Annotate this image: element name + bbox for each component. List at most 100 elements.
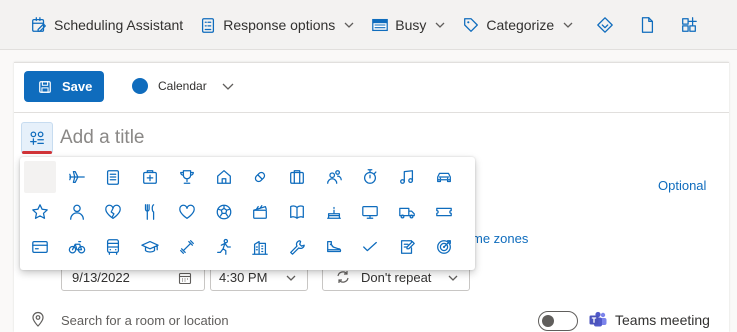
no-icon-option[interactable] (24, 161, 56, 193)
ticket-icon (435, 207, 452, 217)
categorize-label: Categorize (486, 16, 555, 33)
icon-option-monitor[interactable] (354, 196, 386, 228)
icon-option-heart[interactable] (171, 196, 203, 228)
busy-label: Busy (395, 16, 427, 33)
heart-icon (178, 204, 195, 219)
icon-option-cake[interactable] (318, 196, 350, 228)
building-icon (252, 240, 269, 255)
icon-option-airplane[interactable] (61, 161, 93, 193)
icon-option-credit-card[interactable] (24, 231, 56, 263)
repeat-icon (337, 271, 349, 283)
icon-option-broken-heart[interactable] (97, 196, 129, 228)
chevron-down-icon (344, 22, 354, 28)
teams-meeting-toggle[interactable] (538, 311, 578, 331)
insert-button[interactable] (632, 0, 662, 50)
icon-option-people[interactable] (318, 161, 350, 193)
scheduling-assistant-icon (32, 16, 46, 32)
calendar-label: Calendar (158, 79, 207, 93)
truck-icon (399, 207, 415, 219)
icon-option-clapperboard[interactable] (244, 196, 276, 228)
icon-option-bicycle[interactable] (61, 231, 93, 263)
icon-option-star[interactable] (24, 196, 56, 228)
optional-attendees-link[interactable]: Optional (658, 178, 706, 193)
start-date-value: 9/13/2022 (72, 269, 130, 285)
icon-option-graduation-cap[interactable] (134, 231, 166, 263)
icon-option-notepad[interactable] (391, 231, 423, 263)
header-divider (14, 112, 729, 113)
icon-option-car[interactable] (428, 161, 460, 193)
start-time-value: 4:30 PM (219, 269, 268, 285)
icon-option-home[interactable] (208, 161, 240, 193)
location-search-input[interactable] (61, 310, 361, 330)
icon-option-target[interactable] (428, 231, 460, 263)
target-icon (436, 240, 451, 254)
icon-option-checkmark[interactable] (354, 231, 386, 263)
icon-option-soccer-ball[interactable] (208, 196, 240, 228)
save-button[interactable]: Save (24, 71, 104, 102)
clipboard-icon (107, 170, 120, 185)
scheduling-assistant-button[interactable]: Scheduling Assistant (30, 0, 183, 50)
teams-meeting-label: Teams meeting (615, 312, 710, 328)
monitor-icon (362, 205, 379, 219)
icon-option-truck[interactable] (391, 196, 423, 228)
calendar-selector[interactable]: Calendar (132, 76, 235, 96)
diamond-icon (597, 16, 613, 33)
time-zones-link[interactable]: me zones (472, 231, 528, 246)
apps-button[interactable] (674, 0, 704, 50)
icon-option-book[interactable] (281, 196, 313, 228)
icon-option-stopwatch[interactable] (354, 161, 386, 193)
graduation-cap-icon (141, 240, 159, 253)
apps-grid-icon (682, 16, 697, 32)
people-icon (326, 170, 342, 184)
airplane-icon (68, 170, 85, 184)
clapperboard-icon (253, 205, 268, 219)
icon-option-clipboard[interactable] (97, 161, 129, 193)
chevron-down-icon (448, 275, 458, 281)
icon-option-wrench[interactable] (281, 231, 313, 263)
icon-option-ticket[interactable] (428, 196, 460, 228)
icon-option-shoe[interactable] (318, 231, 350, 263)
icon-option-person[interactable] (61, 196, 93, 228)
calendar-color-dot (132, 78, 148, 94)
private-button[interactable] (590, 0, 620, 50)
categorize-button[interactable]: Categorize (462, 0, 574, 50)
running-icon (216, 238, 231, 255)
utensils-icon (144, 204, 155, 220)
event-icon-button[interactable] (21, 122, 53, 154)
icon-option-utensils[interactable] (134, 196, 166, 228)
icon-option-bus[interactable] (97, 231, 129, 263)
medical-kit-icon (143, 170, 158, 184)
bicycle-icon (68, 240, 85, 254)
stopwatch-icon (364, 169, 377, 184)
bus-icon (107, 239, 120, 255)
icon-option-briefcase[interactable] (281, 161, 313, 193)
busy-status-icon (372, 18, 389, 31)
icon-option-running[interactable] (208, 231, 240, 263)
response-options-button[interactable]: Response options (199, 0, 355, 50)
icon-option-building[interactable] (244, 231, 276, 263)
car-icon (436, 172, 451, 183)
home-icon (216, 170, 231, 184)
soccer-ball-icon (216, 204, 231, 220)
toolbar: Scheduling Assistant Response options Bu… (0, 0, 737, 50)
notepad-icon (400, 240, 415, 254)
location-pin-icon (32, 311, 44, 327)
icon-option-pill[interactable] (244, 161, 276, 193)
selected-indicator (22, 151, 52, 154)
icon-option-dumbbell[interactable] (171, 231, 203, 263)
icon-picker-popup (20, 157, 475, 270)
chevron-down-icon (222, 83, 234, 90)
pill-icon (255, 171, 266, 183)
icon-option-medical-kit[interactable] (134, 161, 166, 193)
chevron-down-icon (563, 22, 573, 28)
scheduling-assistant-label: Scheduling Assistant (54, 16, 184, 33)
title-input[interactable] (60, 124, 460, 152)
save-disk-icon (39, 80, 51, 93)
icon-option-trophy[interactable] (171, 161, 203, 193)
person-icon (69, 204, 84, 220)
calendar-icon (178, 272, 192, 285)
checkmark-icon (363, 241, 378, 252)
busy-button[interactable]: Busy (371, 0, 446, 50)
repeat-value: Don't repeat (361, 269, 432, 285)
icon-option-music-note[interactable] (391, 161, 423, 193)
